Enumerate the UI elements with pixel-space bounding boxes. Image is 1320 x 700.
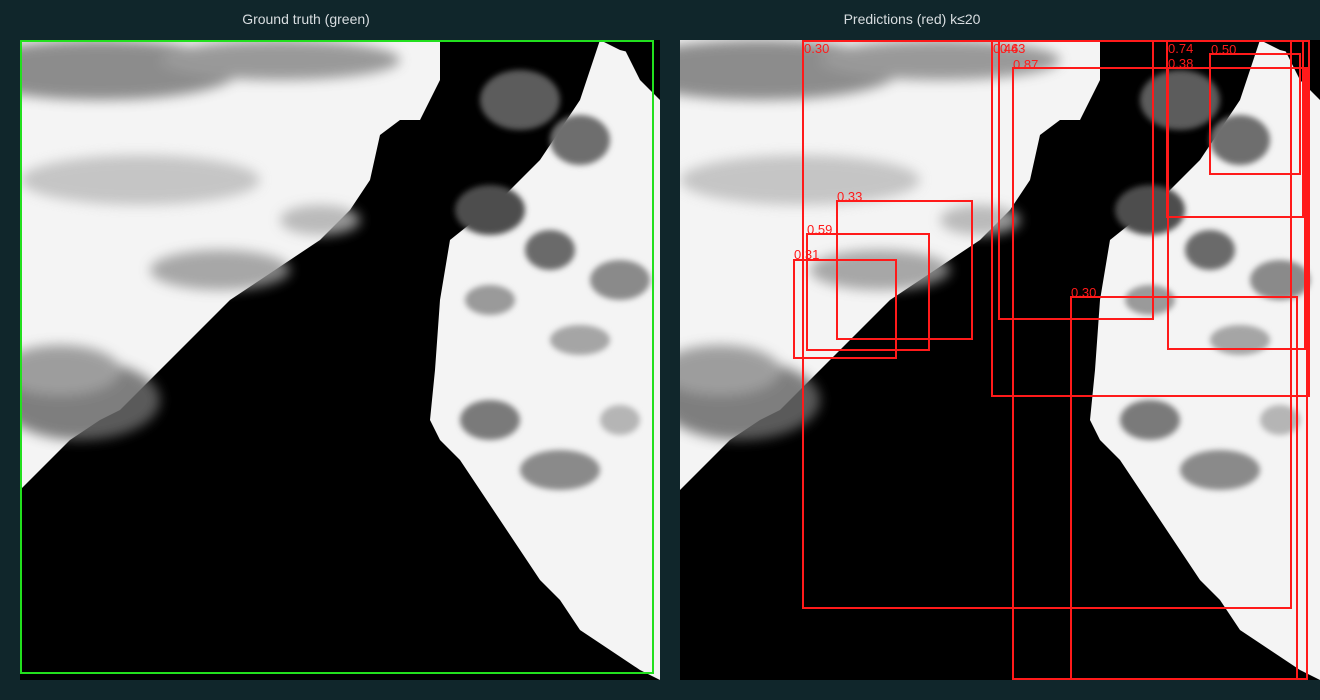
prediction-score: 0.74 [1168, 41, 1194, 56]
prediction-score: 0.43 [1000, 41, 1026, 56]
prediction-score: 0.33 [837, 189, 863, 204]
prediction-score: 0.38 [1168, 56, 1194, 71]
predictions-panel: 0.30 0.46 0.43 0.87 0.74 0.50 0.38 0.33 … [680, 40, 1320, 680]
prediction-score: 0.31 [794, 247, 820, 262]
ground-truth-box [20, 40, 654, 674]
prediction-score: 0.30 [1071, 285, 1097, 300]
prediction-box [1070, 296, 1298, 680]
predictions-title: Predictions (red) k≤20 [843, 11, 981, 27]
ground-truth-title: Ground truth (green) [242, 11, 370, 27]
ground-truth-panel [20, 40, 660, 680]
prediction-score: 0.87 [1013, 57, 1039, 72]
prediction-box [793, 259, 897, 359]
prediction-score: 0.59 [807, 222, 833, 237]
prediction-score: 0.30 [804, 41, 830, 56]
prediction-score: 0.50 [1211, 42, 1237, 57]
